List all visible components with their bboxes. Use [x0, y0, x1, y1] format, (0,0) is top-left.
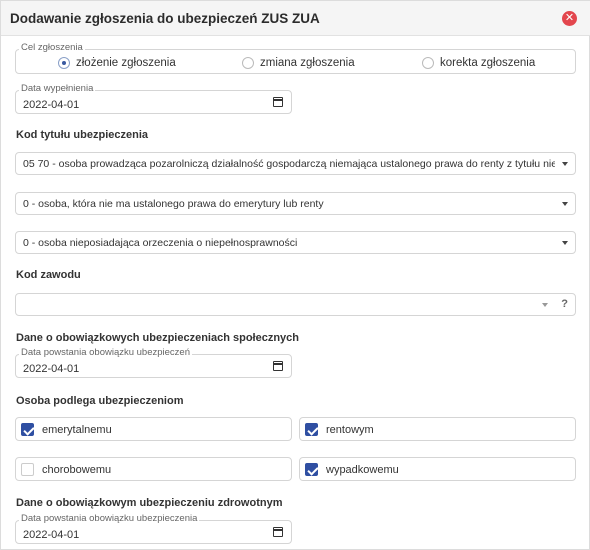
social-insurance-label: Dane o obowiązkowych ubezpieczeniach spo… [16, 332, 300, 344]
purpose-legend: Cel zgłoszenia [19, 42, 85, 53]
radio-checked-icon[interactable] [58, 57, 70, 69]
checkbox-checked-icon[interactable] [305, 463, 318, 476]
disability-select[interactable]: 0 - osoba nieposiadająca orzeczenia o ni… [15, 231, 576, 254]
insurance-code-label: Kod tytułu ubezpieczenia [16, 129, 149, 141]
health-date-value: 2022-04-01 [23, 529, 80, 541]
checkbox-rentowym[interactable]: rentowym [299, 417, 576, 441]
checkbox-label: chorobowemu [42, 464, 112, 476]
calendar-icon[interactable] [273, 527, 283, 537]
social-date-legend: Data powstania obowiązku ubezpieczeń [19, 347, 192, 358]
chevron-down-icon[interactable] [562, 162, 568, 166]
chevron-down-icon[interactable] [542, 303, 548, 307]
checkbox-label: emerytalnemu [42, 424, 112, 436]
calendar-icon[interactable] [273, 361, 283, 371]
checkbox-chorobowemu[interactable]: chorobowemu [15, 457, 292, 481]
health-date-legend: Data powstania obowiązku ubezpieczenia [19, 513, 200, 524]
fill-date-value: 2022-04-01 [23, 99, 80, 111]
profession-code-select[interactable]: ? [15, 293, 576, 316]
purpose-group: złożenie zgłoszenia zmiana zgłoszenia ko… [15, 49, 576, 74]
chevron-down-icon[interactable] [562, 241, 568, 245]
subject-label: Osoba podlega ubezpieczeniom [16, 395, 184, 407]
insurance-title-select[interactable]: 05 70 - osoba prowadząca pozarolniczą dz… [15, 152, 576, 175]
calendar-icon[interactable] [273, 97, 283, 107]
radio-zmiana[interactable]: zmiana zgłoszenia [242, 57, 355, 69]
dialog-header: Dodawanie zgłoszenia do ubezpieczeń ZUS … [1, 1, 590, 36]
radio-label: złożenie zgłoszenia [76, 57, 176, 69]
radio-label: zmiana zgłoszenia [260, 57, 355, 69]
radio-unchecked-icon[interactable] [422, 57, 434, 69]
profession-code-label: Kod zawodu [16, 269, 81, 281]
checkbox-label: rentowym [326, 424, 374, 436]
select-value: 0 - osoba, która nie ma ustalonego prawa… [23, 198, 324, 210]
health-insurance-label: Dane o obowiązkowym ubezpieczeniu zdrowo… [16, 497, 283, 509]
checkbox-unchecked-icon[interactable] [21, 463, 34, 476]
dialog: Dodawanie zgłoszenia do ubezpieczeń ZUS … [0, 0, 590, 550]
social-date-value: 2022-04-01 [23, 363, 80, 375]
radio-zlozenie[interactable]: złożenie zgłoszenia [58, 57, 176, 69]
radio-korekta[interactable]: korekta zgłoszenia [422, 57, 535, 69]
checkbox-label: wypadkowemu [326, 464, 399, 476]
checkbox-wypadkowemu[interactable]: wypadkowemu [299, 457, 576, 481]
pension-right-select[interactable]: 0 - osoba, która nie ma ustalonego prawa… [15, 192, 576, 215]
checkbox-checked-icon[interactable] [21, 423, 34, 436]
help-icon[interactable]: ? [561, 298, 568, 310]
radio-unchecked-icon[interactable] [242, 57, 254, 69]
checkbox-checked-icon[interactable] [305, 423, 318, 436]
radio-label: korekta zgłoszenia [440, 57, 536, 69]
close-icon[interactable]: ✕ [562, 11, 577, 26]
select-value: 0 - osoba nieposiadająca orzeczenia o ni… [23, 237, 298, 249]
select-value: 05 70 - osoba prowadząca pozarolniczą dz… [23, 158, 555, 170]
checkbox-emerytalnemu[interactable]: emerytalnemu [15, 417, 292, 441]
dialog-title: Dodawanie zgłoszenia do ubezpieczeń ZUS … [10, 11, 320, 26]
chevron-down-icon[interactable] [562, 202, 568, 206]
fill-date-legend: Data wypełnienia [19, 83, 96, 94]
